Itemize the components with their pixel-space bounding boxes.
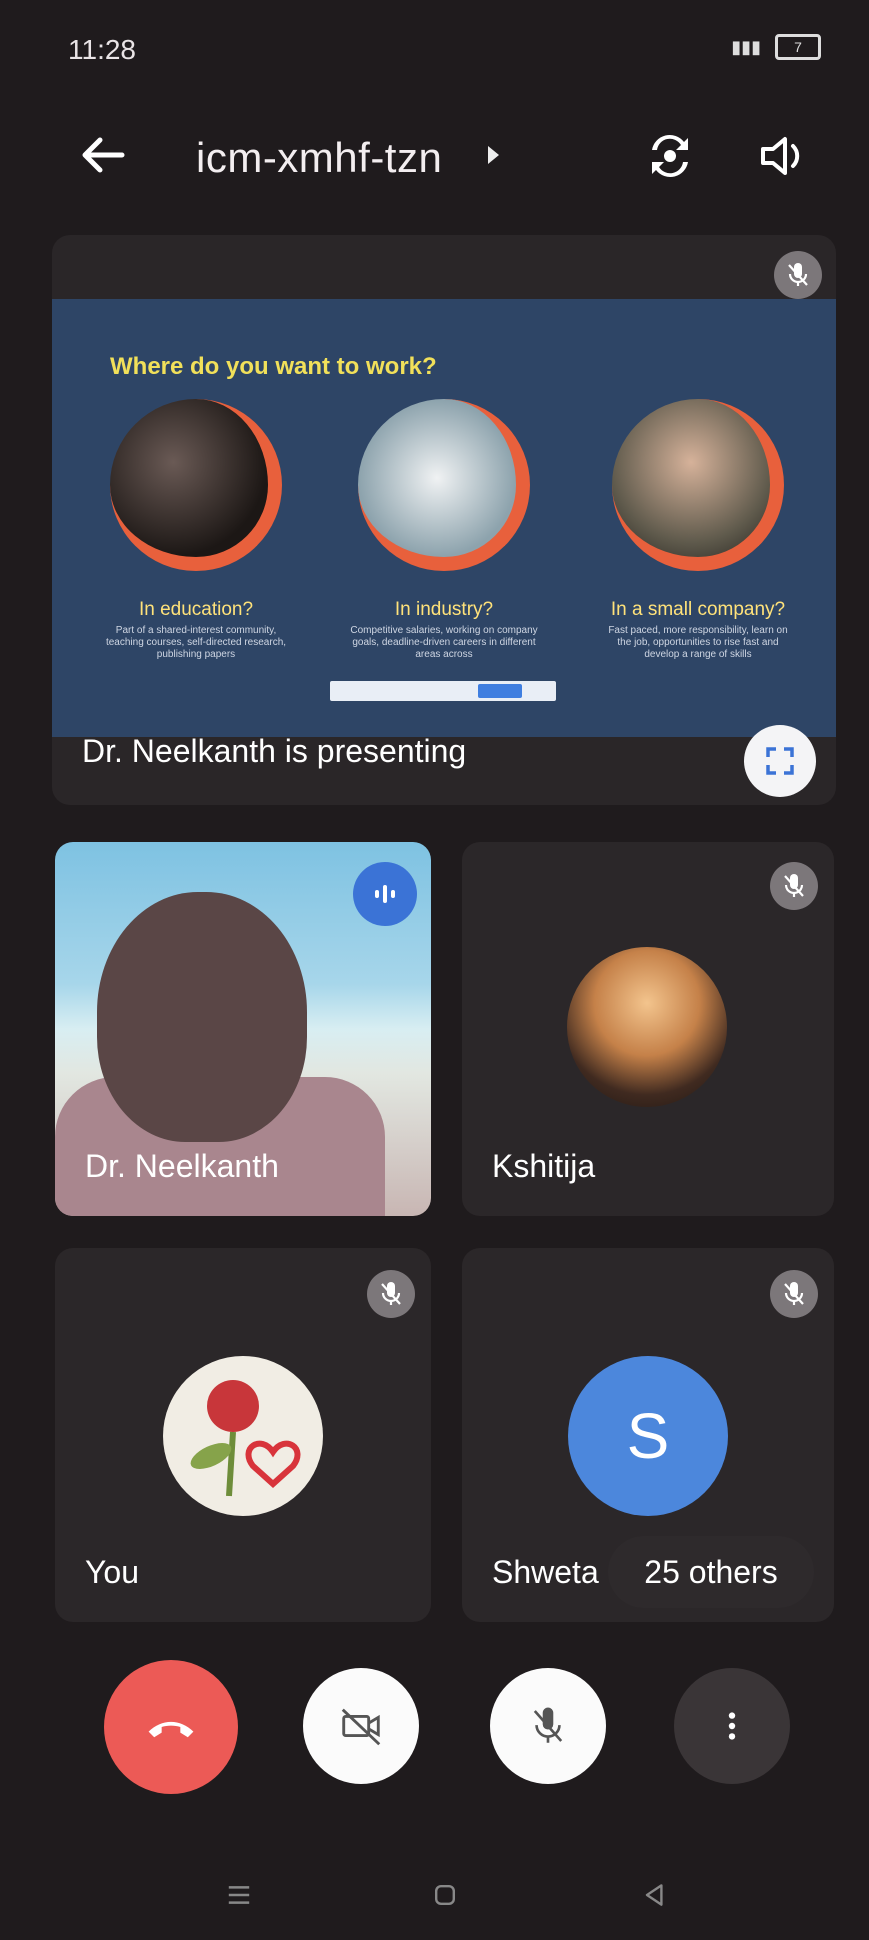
slide-column-text: Fast paced, more responsibility, learn o… xyxy=(608,625,788,660)
fullscreen-icon xyxy=(766,747,794,775)
speaking-indicator-icon xyxy=(353,862,417,926)
banner-button xyxy=(478,684,522,698)
small-company-photo xyxy=(612,399,784,571)
participant-tile-neelkanth[interactable]: Dr. Neelkanth xyxy=(55,842,431,1216)
clock: 11:28 xyxy=(68,34,136,65)
industry-photo xyxy=(358,399,530,571)
mic-toggle-button[interactable] xyxy=(490,1668,606,1784)
video-person xyxy=(97,892,307,1142)
presentation-tile[interactable]: Where do you want to work? In education?… xyxy=(52,235,836,805)
home-nav-icon[interactable] xyxy=(420,1870,470,1920)
slide-column-text: Competitive salaries, working on company… xyxy=(350,625,538,660)
more-options-button[interactable] xyxy=(674,1668,790,1784)
back-nav-icon[interactable] xyxy=(630,1870,680,1920)
slide-column-small-company: In a small company? Fast paced, more res… xyxy=(598,399,798,661)
switch-camera-icon[interactable] xyxy=(640,126,700,186)
slide-column-education: In education? Part of a shared-interest … xyxy=(96,399,296,661)
education-photo xyxy=(110,399,282,571)
mic-off-icon xyxy=(774,251,822,299)
slide-column-title: In a small company? xyxy=(610,599,786,620)
more-vertical-icon xyxy=(728,1712,736,1740)
signal-icon: ▮▮▮ xyxy=(731,36,761,57)
participant-tile-you[interactable]: You xyxy=(55,1248,431,1622)
slide-share-banner xyxy=(330,681,556,701)
shared-slide: Where do you want to work? In education?… xyxy=(52,299,836,737)
camera-toggle-button[interactable] xyxy=(303,1668,419,1784)
status-bar: 11:28 ▮▮▮ 7 xyxy=(0,0,869,100)
participant-tile-kshitija[interactable]: Kshitija xyxy=(462,842,834,1216)
avatar xyxy=(163,1356,323,1516)
status-icons: ▮▮▮ 7 xyxy=(731,34,821,60)
participant-name: Dr. Neelkanth xyxy=(85,1148,279,1184)
mic-off-icon xyxy=(770,862,818,910)
camera-off-icon xyxy=(341,1708,381,1746)
slide-column-text: Part of a shared-interest community, tea… xyxy=(105,625,287,660)
speaker-icon[interactable] xyxy=(755,128,811,184)
avatar xyxy=(567,947,727,1107)
mic-off-icon xyxy=(770,1270,818,1318)
meeting-code[interactable]: icm-xmhf-tzn xyxy=(196,134,442,182)
system-nav-bar xyxy=(0,1850,869,1940)
mic-off-icon xyxy=(533,1707,563,1743)
back-arrow-icon[interactable] xyxy=(78,130,128,180)
participant-name: Kshitija xyxy=(492,1148,596,1184)
participant-name: Shweta xyxy=(492,1554,599,1590)
menu-nav-icon[interactable] xyxy=(214,1870,264,1920)
slide-column-title: In education? xyxy=(138,599,254,620)
end-call-button[interactable] xyxy=(104,1660,238,1794)
avatar: S xyxy=(568,1356,728,1516)
chevron-right-icon[interactable] xyxy=(488,146,499,164)
mic-off-icon xyxy=(367,1270,415,1318)
slide-heading: Where do you want to work? xyxy=(110,353,437,380)
fullscreen-button[interactable] xyxy=(744,725,816,797)
others-count-button[interactable]: 25 others xyxy=(608,1536,814,1608)
slide-column-industry: In industry? Competitive salaries, worki… xyxy=(344,399,544,661)
slide-column-title: In industry? xyxy=(394,599,494,620)
battery-icon: 7 xyxy=(775,34,821,60)
meeting-header: icm-xmhf-tzn xyxy=(0,120,869,200)
participant-name: You xyxy=(85,1554,139,1590)
presenting-caption: Dr. Neelkanth is presenting xyxy=(82,733,467,769)
phone-hangup-icon xyxy=(148,1721,194,1738)
